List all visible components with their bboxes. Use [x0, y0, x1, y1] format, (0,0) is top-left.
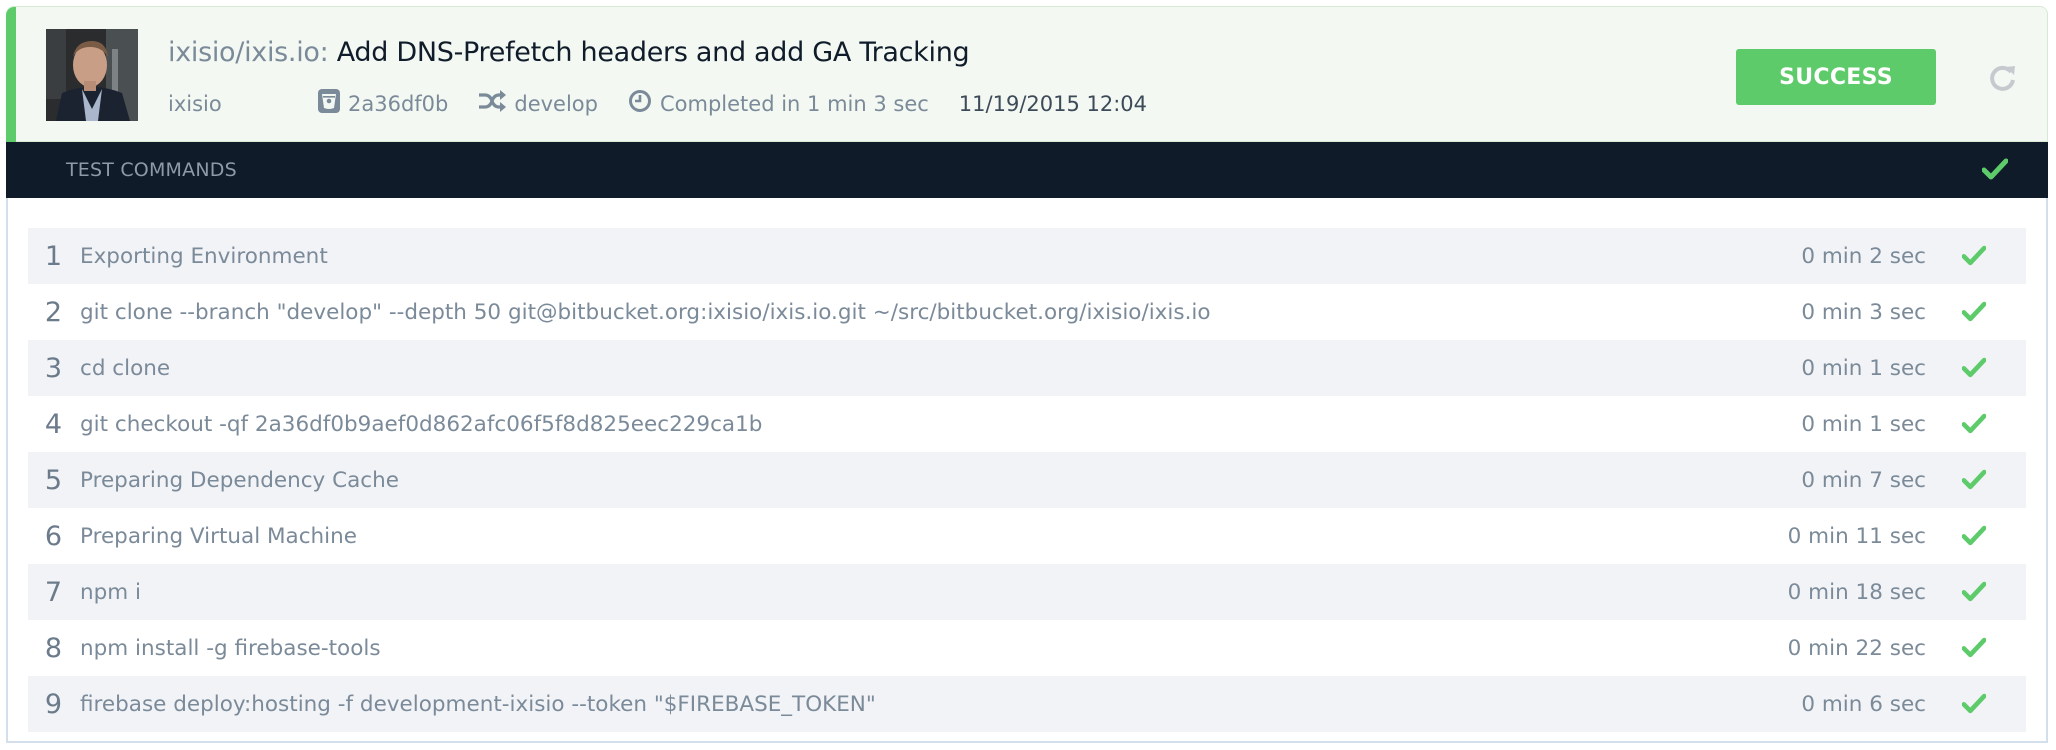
- avatar-image: [46, 29, 138, 121]
- command-row[interactable]: 6 Preparing Virtual Machine 0 min 11 sec: [28, 508, 2026, 564]
- command-number: 5: [44, 464, 62, 496]
- command-duration: 0 min 1 sec: [1801, 355, 1926, 381]
- command-text: cd clone: [80, 355, 171, 381]
- status-badge[interactable]: SUCCESS: [1736, 49, 1936, 105]
- check-icon: [1961, 301, 1987, 326]
- check-icon: [1981, 158, 2009, 184]
- command-text: npm i: [80, 579, 142, 605]
- command-row[interactable]: 8 npm install -g firebase-tools 0 min 22…: [28, 620, 2026, 676]
- build-timestamp: 11/19/2015 12:04: [958, 91, 1148, 116]
- command-text: Preparing Virtual Machine: [80, 523, 358, 549]
- check-icon: [1961, 581, 1987, 606]
- command-text: git checkout -qf 2a36df0b9aef0d862afc06f…: [80, 411, 763, 437]
- command-duration: 0 min 3 sec: [1801, 299, 1926, 325]
- check-icon: [1961, 413, 1987, 438]
- build-duration: Completed in 1 min 3 sec: [628, 89, 929, 118]
- command-text: git clone --branch "develop" --depth 50 …: [80, 299, 1211, 325]
- check-icon: [1961, 357, 1987, 382]
- check-icon: [1961, 525, 1987, 550]
- test-commands-header[interactable]: TEST COMMANDS: [6, 142, 2048, 198]
- check-icon: [1961, 637, 1987, 662]
- shuffle-icon: [478, 90, 507, 117]
- build-summary-card: ixisio/ixis.io: Add DNS-Prefetch headers…: [6, 6, 2048, 143]
- build-meta: ixisio 2a36df0b develop Completed in 1 m…: [168, 89, 1147, 118]
- check-icon: [1961, 245, 1987, 270]
- branch-link[interactable]: develop: [478, 90, 598, 117]
- command-text: firebase deploy:hosting -f development-i…: [80, 691, 876, 717]
- command-number: 2: [44, 296, 62, 328]
- bitbucket-icon: [318, 89, 340, 118]
- command-duration: 0 min 22 sec: [1787, 635, 1926, 661]
- command-row[interactable]: 5 Preparing Dependency Cache 0 min 7 sec: [28, 452, 2026, 508]
- status-stripe: [6, 7, 16, 143]
- command-duration: 0 min 6 sec: [1801, 691, 1926, 717]
- commit-message: Add DNS-Prefetch headers and add GA Trac…: [336, 37, 970, 68]
- section-title: TEST COMMANDS: [66, 159, 237, 181]
- check-icon: [1961, 469, 1987, 494]
- command-number: 7: [44, 576, 62, 608]
- commit-hash: 2a36df0b: [348, 91, 449, 116]
- commit-link[interactable]: 2a36df0b: [318, 89, 448, 118]
- command-number: 6: [44, 520, 62, 552]
- duration-text: Completed in 1 min 3 sec: [660, 91, 929, 116]
- command-number: 4: [44, 408, 62, 440]
- check-icon: [1961, 693, 1987, 718]
- command-number: 8: [44, 632, 62, 664]
- repo-link[interactable]: ixisio/ixis.io:: [168, 37, 329, 68]
- command-number: 3: [44, 352, 62, 384]
- command-row[interactable]: 3 cd clone 0 min 1 sec: [28, 340, 2026, 396]
- command-duration: 0 min 11 sec: [1787, 523, 1926, 549]
- commands-panel: 1 Exporting Environment 0 min 2 sec 2 gi…: [6, 198, 2048, 743]
- rebuild-button[interactable]: [1988, 63, 2018, 93]
- command-row[interactable]: 2 git clone --branch "develop" --depth 5…: [28, 284, 2026, 340]
- author-name: ixisio: [168, 91, 222, 116]
- branch-name: develop: [514, 91, 598, 116]
- command-duration: 0 min 18 sec: [1787, 579, 1926, 605]
- command-row[interactable]: 9 firebase deploy:hosting -f development…: [28, 676, 2026, 732]
- command-number: 9: [44, 688, 62, 720]
- command-text: Exporting Environment: [80, 243, 328, 269]
- refresh-icon: [1990, 65, 2015, 91]
- commands-list: 1 Exporting Environment 0 min 2 sec 2 gi…: [28, 228, 2026, 732]
- command-number: 1: [44, 240, 62, 272]
- build-title: ixisio/ixis.io: Add DNS-Prefetch headers…: [168, 37, 970, 68]
- command-duration: 0 min 1 sec: [1801, 411, 1926, 437]
- command-row[interactable]: 1 Exporting Environment 0 min 2 sec: [28, 228, 2026, 284]
- clock-icon: [628, 89, 652, 118]
- command-text: npm install -g firebase-tools: [80, 635, 381, 661]
- command-text: Preparing Dependency Cache: [80, 467, 399, 493]
- command-duration: 0 min 2 sec: [1801, 243, 1926, 269]
- command-row[interactable]: 7 npm i 0 min 18 sec: [28, 564, 2026, 620]
- command-duration: 0 min 7 sec: [1801, 467, 1926, 493]
- author-avatar[interactable]: [46, 29, 138, 121]
- command-row[interactable]: 4 git checkout -qf 2a36df0b9aef0d862afc0…: [28, 396, 2026, 452]
